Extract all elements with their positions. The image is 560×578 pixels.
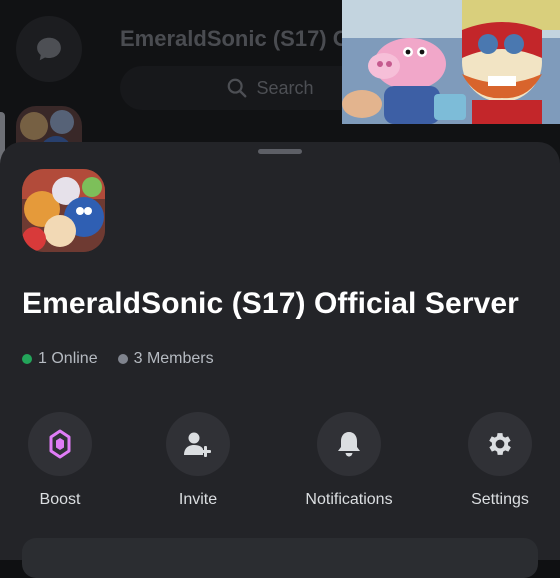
server-icon	[22, 169, 105, 252]
chat-bubble-icon	[37, 37, 61, 61]
video-frame-image	[342, 0, 560, 124]
invite-label: Invite	[178, 491, 218, 508]
server-icon-artwork	[22, 169, 105, 252]
search-label: Search	[256, 77, 314, 98]
notifications-button[interactable]: Notifications	[289, 412, 409, 509]
search-icon	[228, 78, 247, 98]
boost-icon	[49, 429, 71, 459]
member-count: 3 Members	[117, 350, 214, 368]
server-actions: Boost Invite Notifications Settings	[0, 412, 560, 522]
server-stats: 1 Online 3 Members	[22, 350, 234, 368]
notifications-label: Notifications	[305, 491, 393, 508]
direct-messages-button[interactable]	[16, 16, 82, 82]
background-server-title: EmeraldSonic (S17) O	[120, 26, 350, 51]
bell-icon	[338, 432, 360, 457]
online-count: 1 Online	[22, 350, 98, 368]
member-count-label: 3 Members	[133, 350, 214, 367]
invite-button[interactable]: Invite	[138, 412, 258, 509]
boost-label: Boost	[39, 491, 81, 508]
invite-button-circle[interactable]	[166, 412, 230, 476]
notifications-button-circle[interactable]	[317, 412, 381, 476]
online-status-dot	[22, 354, 32, 364]
video-overlay[interactable]	[342, 0, 560, 124]
server-name: EmeraldSonic (S17) Official Server	[22, 287, 519, 320]
settings-button[interactable]: Settings	[440, 412, 560, 509]
sheet-next-section	[22, 538, 538, 578]
settings-button-circle[interactable]	[468, 412, 532, 476]
boost-button-circle[interactable]	[28, 412, 92, 476]
boost-button[interactable]: Boost	[0, 412, 120, 509]
gear-icon	[489, 433, 511, 455]
sheet-drag-handle[interactable]	[258, 149, 302, 154]
add-person-icon	[184, 432, 211, 457]
settings-label: Settings	[471, 491, 529, 508]
member-status-dot	[117, 354, 128, 364]
online-count-label: 1 Online	[38, 350, 98, 367]
server-info-sheet: EmeraldSonic (S17) Official Server 1 Onl…	[0, 142, 560, 578]
